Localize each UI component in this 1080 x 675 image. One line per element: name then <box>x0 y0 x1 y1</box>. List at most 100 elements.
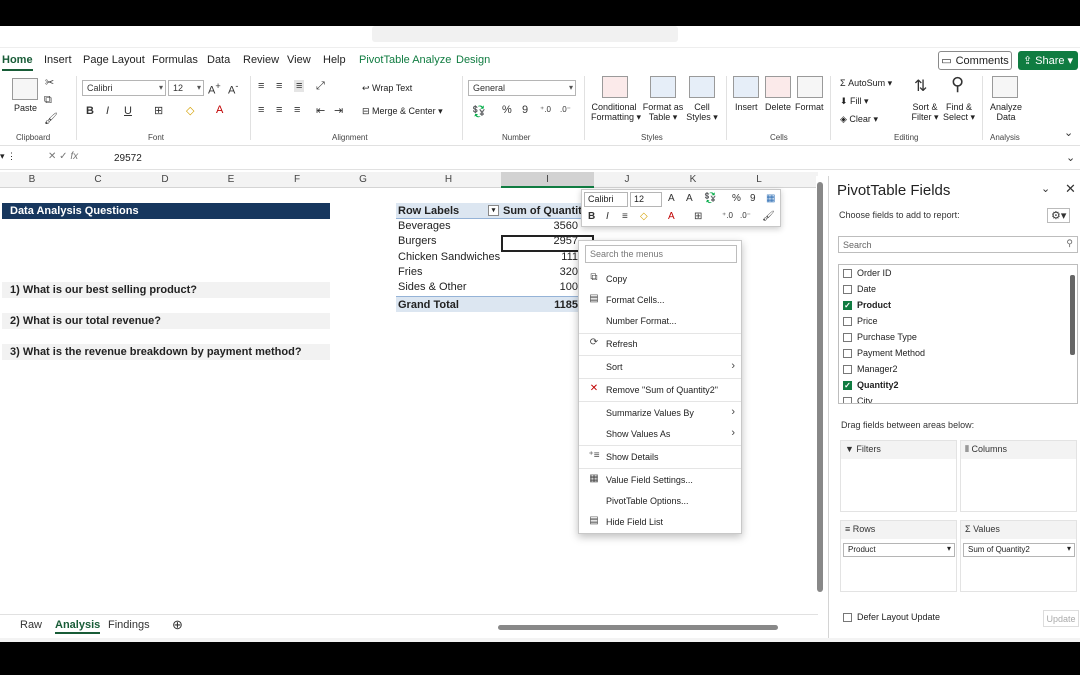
borders-icon[interactable]: ⊞ <box>694 211 702 222</box>
field-item-price[interactable]: Price <box>843 314 878 328</box>
copy-icon[interactable]: ⧉ <box>44 94 52 107</box>
decrease-decimal-icon[interactable]: .0⁻ <box>560 105 571 114</box>
sort-filter-label[interactable]: Sort & Filter ▾ <box>910 102 940 123</box>
number-format-select[interactable]: General <box>468 80 576 96</box>
format-as-table-icon[interactable] <box>650 76 676 98</box>
grand-total-label[interactable]: Grand Total <box>398 299 459 311</box>
menu-item-summarize-values[interactable]: Summarize Values By › <box>579 403 741 423</box>
checkbox[interactable]: ✓ <box>843 380 852 390</box>
delete-cells-icon[interactable] <box>765 76 791 98</box>
menu-search-input[interactable]: Search the menus <box>585 245 737 263</box>
add-sheet-icon[interactable]: ⊕ <box>172 617 183 633</box>
borders-icon[interactable]: ⊞ <box>154 104 163 117</box>
font-name-select[interactable]: Calibri <box>82 80 166 96</box>
collapse-ribbon-icon[interactable]: ⌄ <box>1064 126 1073 139</box>
checkbox[interactable] <box>843 348 852 358</box>
menu-item-pivottable-options[interactable]: PivotTable Options... <box>579 491 741 511</box>
bold-icon[interactable]: B <box>588 211 595 222</box>
checkbox[interactable] <box>843 284 852 294</box>
menu-item-show-values-as[interactable]: Show Values As › <box>579 424 741 444</box>
format-cells-icon[interactable] <box>797 76 823 98</box>
orientation-icon[interactable]: ⤢ <box>316 80 325 93</box>
field-item-date[interactable]: Date <box>843 282 876 296</box>
column-header-c[interactable]: C <box>64 174 132 185</box>
menu-item-sort[interactable]: Sort › <box>579 357 741 377</box>
font-color-icon[interactable]: A <box>216 104 223 116</box>
pivot-row-value[interactable]: 320 <box>540 266 578 278</box>
filters-area[interactable]: ▼ Filters <box>840 440 957 512</box>
checkbox[interactable] <box>843 364 852 374</box>
tab-data[interactable]: Data <box>207 54 230 66</box>
percent-icon[interactable]: % <box>502 104 512 116</box>
menu-item-copy[interactable]: ⧉ Copy <box>579 269 741 289</box>
field-search-input[interactable]: Search ⚲ <box>838 236 1078 253</box>
comma-icon[interactable]: 9 <box>522 104 528 116</box>
pivot-row-value[interactable]: 111 <box>540 251 578 263</box>
values-area[interactable]: Σ Values Sum of Quantity2 <box>960 520 1077 592</box>
percent-icon[interactable]: % <box>732 193 741 204</box>
align-center-icon[interactable]: ≡ <box>622 211 628 222</box>
increase-font-icon[interactable]: A <box>668 193 675 204</box>
clear-button[interactable]: ◈ Clear ▾ <box>840 114 878 125</box>
horizontal-scrollbar[interactable] <box>490 623 810 631</box>
align-right-icon[interactable]: ≡ <box>294 104 300 116</box>
field-item-city[interactable]: City <box>843 394 873 403</box>
accounting-icon[interactable]: 💱 <box>472 105 486 118</box>
font-color-icon[interactable]: A <box>668 211 675 222</box>
checkbox[interactable] <box>843 396 852 403</box>
tab-home[interactable]: Home <box>2 54 33 71</box>
increase-indent-icon[interactable]: ⇥ <box>334 104 343 117</box>
rows-field-chip[interactable]: Product <box>843 543 955 557</box>
row-labels-header[interactable]: Row Labels <box>398 205 459 217</box>
fx-icon[interactable]: fx <box>70 151 78 162</box>
mini-size-select[interactable]: 12 <box>630 192 662 207</box>
menu-item-remove-field[interactable]: ✕ Remove "Sum of Quantity2" <box>579 380 741 400</box>
format-as-table-label[interactable]: Format as Table ▾ <box>642 102 684 123</box>
field-item-payment-method[interactable]: Payment Method <box>843 346 925 360</box>
formula-input[interactable]: 29572 <box>114 153 142 164</box>
gear-icon[interactable]: ⚙▾ <box>1047 208 1071 223</box>
checkbox[interactable] <box>843 268 852 278</box>
scrollbar-thumb[interactable] <box>498 625 778 630</box>
sheet-tab-raw[interactable]: Raw <box>20 619 42 631</box>
field-list-scrollbar[interactable] <box>1070 275 1075 355</box>
tab-help[interactable]: Help <box>323 54 346 66</box>
bold-icon[interactable]: B <box>86 105 94 117</box>
column-header-k[interactable]: K <box>660 174 726 185</box>
share-button[interactable]: ⇪ Share ▾ <box>1018 51 1078 70</box>
questions-header[interactable]: Data Analysis Questions <box>2 203 330 219</box>
field-item-product[interactable]: ✓ Product <box>843 298 891 312</box>
checkbox[interactable] <box>843 316 852 326</box>
format-table-icon[interactable]: ▦ <box>766 193 775 204</box>
column-header-d[interactable]: D <box>132 174 198 185</box>
font-size-select[interactable]: 12 <box>168 80 204 96</box>
analyze-data-icon[interactable] <box>992 76 1018 98</box>
find-select-label[interactable]: Find & Select ▾ <box>942 102 976 123</box>
tab-formulas[interactable]: Formulas <box>152 54 198 66</box>
column-header-l[interactable]: L <box>726 174 792 185</box>
menu-item-number-format[interactable]: Number Format... <box>579 311 741 331</box>
column-header-e[interactable]: E <box>198 174 264 185</box>
tab-page-layout[interactable]: Page Layout <box>83 54 145 66</box>
checkbox[interactable] <box>843 612 852 622</box>
cell-styles-icon[interactable] <box>689 76 715 98</box>
fill-button[interactable]: ⬇ Fill ▾ <box>840 96 869 107</box>
align-center-icon[interactable]: ≡ <box>276 104 282 116</box>
tab-review[interactable]: Review <box>243 54 279 66</box>
cut-icon[interactable]: ✂ <box>45 76 54 89</box>
accounting-icon[interactable]: 💱 <box>704 193 716 204</box>
italic-icon[interactable]: I <box>106 105 109 117</box>
defer-layout-update[interactable]: Defer Layout Update <box>843 612 940 622</box>
title-search-box[interactable] <box>372 26 678 42</box>
menu-item-hide-field-list[interactable]: ▤ Hide Field List <box>579 512 741 532</box>
pivot-row-value[interactable]: 3560 <box>540 220 578 232</box>
conditional-formatting-icon[interactable] <box>602 76 628 98</box>
underline-icon[interactable]: U <box>124 105 132 117</box>
analyze-data-label[interactable]: Analyze Data <box>989 102 1023 122</box>
pivot-row-label[interactable]: Burgers <box>398 235 437 247</box>
question-1[interactable]: 1) What is our best selling product? <box>2 282 330 298</box>
menu-item-value-field-settings[interactable]: ▦ Value Field Settings... <box>579 470 741 490</box>
tab-design[interactable]: Design <box>456 54 490 66</box>
pivot-row-label[interactable]: Fries <box>398 266 422 278</box>
insert-cells-label[interactable]: Insert <box>735 102 758 112</box>
